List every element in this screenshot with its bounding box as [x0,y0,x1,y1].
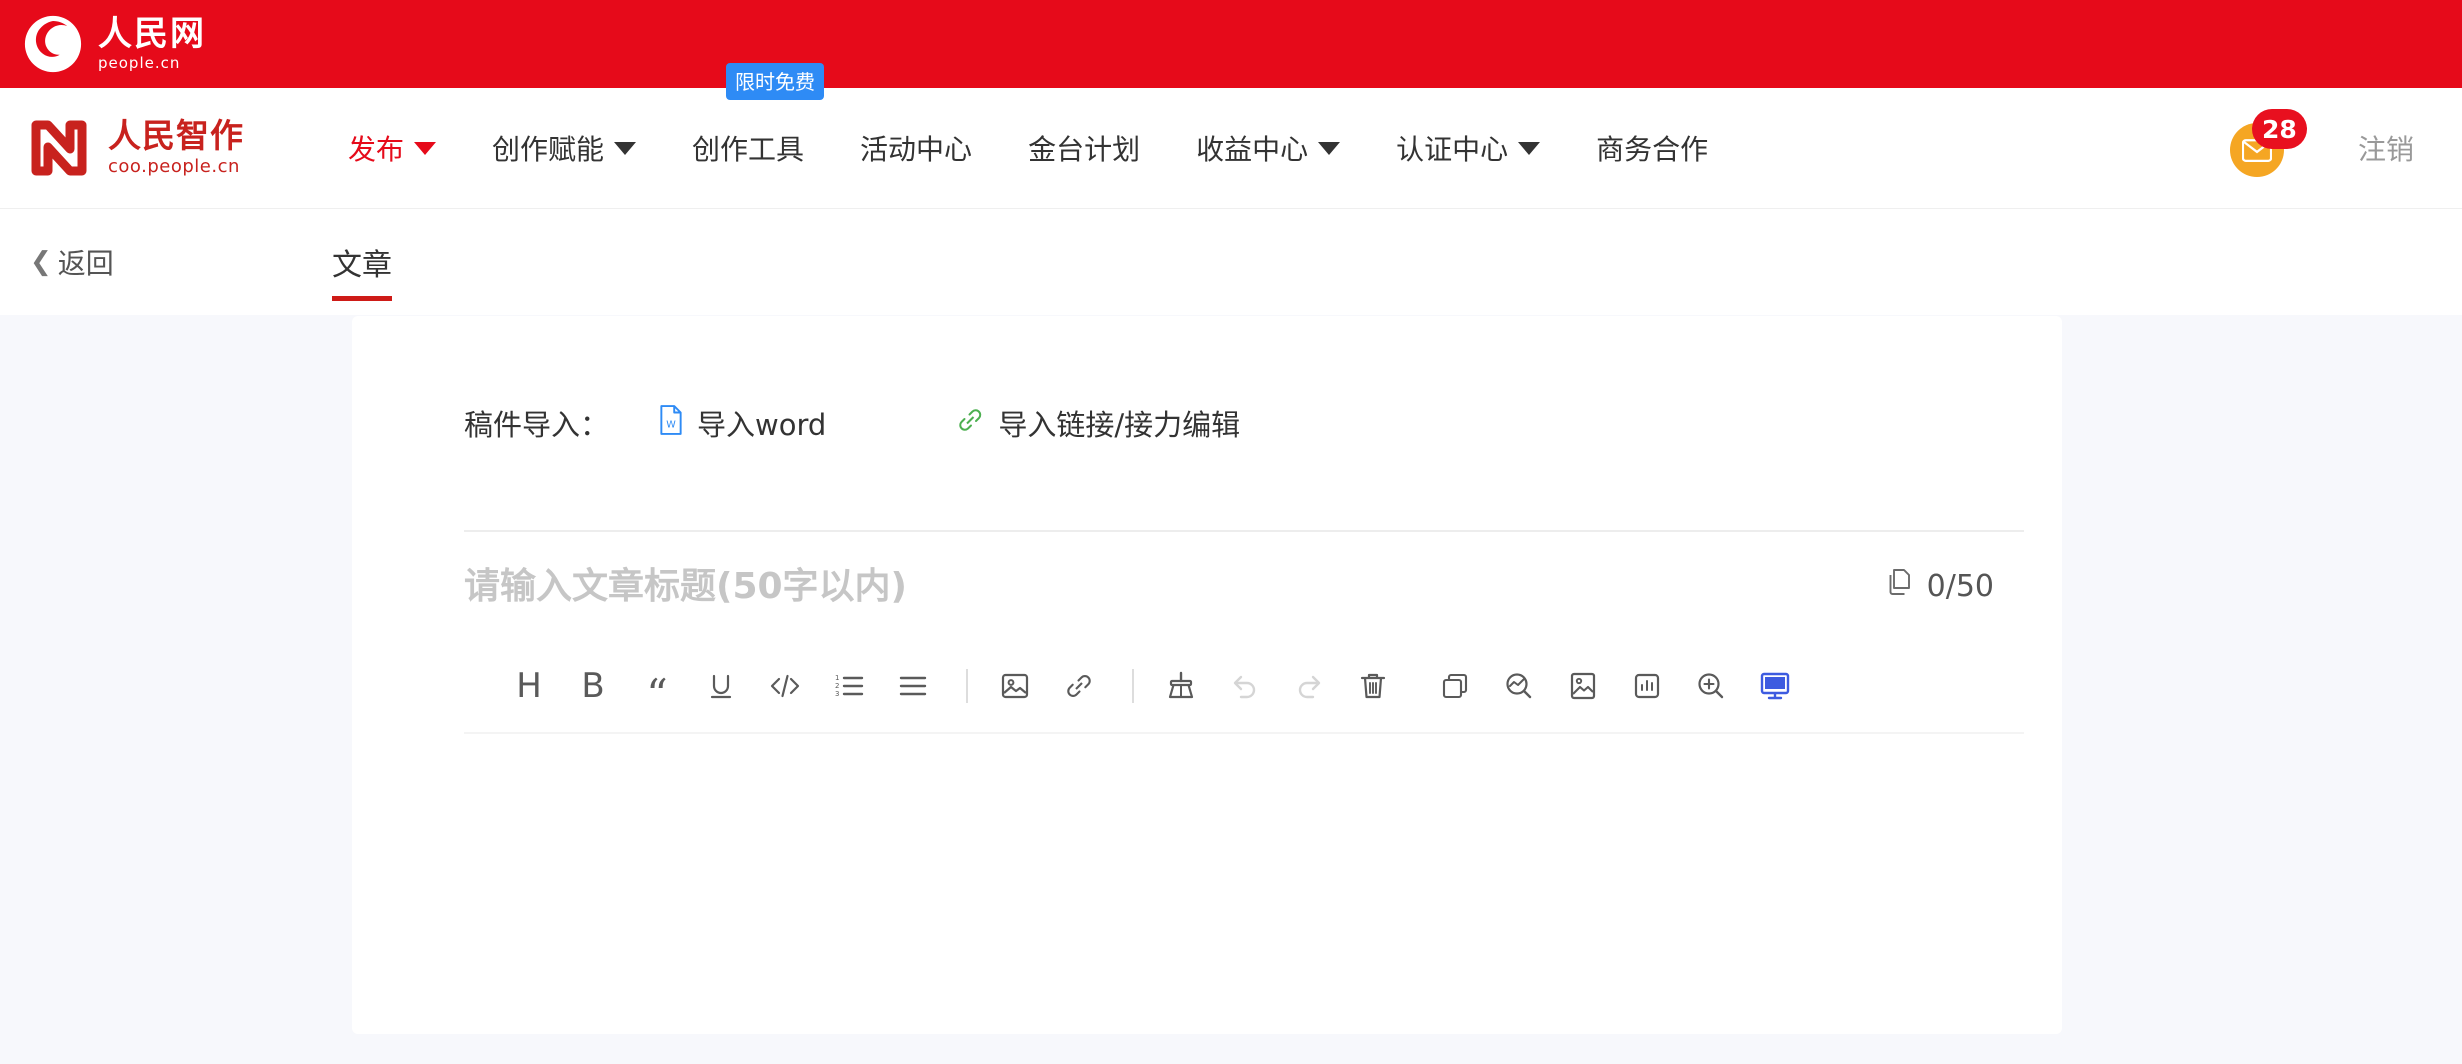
title-counter-text: 0/50 [1926,568,1994,604]
article-title-row: 0/50 [412,532,2002,640]
clear-format-broom-icon[interactable] [1152,657,1210,715]
nav-item-activity-center[interactable]: 活动中心 [832,88,1000,208]
quote-icon[interactable]: “ [628,657,686,716]
people-cn-subtitle: people.cn [98,54,181,72]
coo-title: 人民智作 [108,115,244,155]
manuscript-import-row: 稿件导入： W 导入word 导入链接/接力编辑 [412,316,2002,530]
unordered-list-icon[interactable] [884,657,942,715]
article-body-editor[interactable] [412,734,2002,1034]
underline-icon[interactable] [692,657,750,715]
nav-item-revenue-center[interactable]: 收益中心 [1168,88,1368,208]
import-word-button[interactable]: W 导入word [659,402,826,444]
nav-item-creation-empowerment[interactable]: 创作赋能 [464,88,664,208]
delete-trash-icon[interactable] [1344,657,1402,715]
message-count-badge: 28 [2251,109,2307,149]
people-cn-brand-bar: 人民网 people.cn [0,0,2462,88]
word-document-icon: W [659,404,683,442]
bar-chart-icon[interactable] [1618,657,1676,715]
ordered-list-icon[interactable]: 123 [820,657,878,715]
main-navigation-bar: 人民智作 coo.people.cn 发布 创作赋能 限时免费 创作工具 活动中… [0,63,2462,208]
nav-item-certification-center[interactable]: 认证中心 [1368,88,1568,208]
image-library-icon[interactable] [1554,657,1612,715]
copy-pages-icon[interactable] [1887,568,1913,604]
article-editor-card: 稿件导入： W 导入word 导入链接/接力编辑 请输入文章标题(50字以内) … [352,316,2062,1034]
preview-monitor-icon[interactable] [1746,657,1804,715]
zhizuo-n-mark-icon [30,117,96,179]
coo-domain: coo.people.cn [108,155,240,177]
nav-right-area: 28 注销 [2229,109,2462,177]
toolbar-separator-2 [1132,669,1134,703]
editor-sub-header: ❮ 返回 文章 [0,208,2462,315]
people-cn-globe-icon [22,13,84,75]
nav-item-label: 创作赋能 [492,133,605,166]
nav-item-creation-tools[interactable]: 限时免费 创作工具 [664,63,832,208]
import-link-label: 导入链接/接力编辑 [998,408,1241,442]
svg-text:2: 2 [835,682,839,690]
code-icon[interactable] [756,657,814,715]
title-char-counter: 0/50 [1887,568,1994,604]
nav-items: 发布 创作赋能 限时免费 创作工具 活动中心 金台计划 收益中心 认证中心 商务… [320,63,1736,208]
logout-button[interactable]: 注销 [2358,128,2414,168]
article-title-input[interactable] [464,565,1664,607]
insert-image-icon[interactable] [986,657,1044,715]
limited-time-free-badge: 限时免费 [726,63,825,100]
tab-label: 文章 [332,248,392,283]
svg-text:W: W [666,419,676,430]
import-link-button[interactable]: 导入链接/接力编辑 [956,402,1240,444]
link-chain-icon [956,406,984,441]
nav-item-label: 活动中心 [860,133,973,166]
tab-active-underline [332,296,392,301]
svg-text:3: 3 [835,690,839,698]
nav-item-label: 商务合作 [1596,133,1709,166]
zoom-in-icon[interactable] [1682,657,1740,715]
toolbar-separator-1 [966,669,968,703]
chevron-down-icon [1318,141,1341,155]
chevron-down-icon [414,141,437,155]
bold-icon[interactable]: B [564,657,622,715]
editor-tabs: 文章 [312,209,412,315]
nav-item-label: 发布 [348,133,405,166]
nav-item-business-cooperation[interactable]: 商务合作 [1568,88,1736,208]
nav-item-label: 认证中心 [1396,133,1509,166]
nav-item-label: 金台计划 [1028,133,1141,166]
search-chart-icon[interactable] [1490,657,1548,715]
people-cn-title: 人民网 [98,14,206,54]
people-cn-logo[interactable]: 人民网 people.cn [22,13,206,75]
chevron-down-icon [614,141,637,155]
nav-item-label: 收益中心 [1196,133,1309,166]
nav-item-publish[interactable]: 发布 [320,88,464,208]
copy-icon[interactable] [1426,657,1484,715]
back-button[interactable]: ❮ 返回 [0,242,312,282]
chevron-left-icon: ❮ [30,247,52,277]
page-body: 稿件导入： W 导入word 导入链接/接力编辑 请输入文章标题(50字以内) … [0,316,2462,1064]
tab-article[interactable]: 文章 [312,209,412,315]
redo-icon[interactable] [1280,657,1338,715]
undo-icon[interactable] [1216,657,1274,715]
nav-item-jintai-plan[interactable]: 金台计划 [1000,88,1168,208]
coo-people-cn-logo[interactable]: 人民智作 coo.people.cn [30,117,320,179]
import-word-label: 导入word [697,408,827,442]
messages-button[interactable]: 28 [2229,109,2307,177]
chevron-down-icon [1518,141,1541,155]
rich-text-toolbar: H B “ 1 2 3 [412,640,2002,732]
manuscript-import-label: 稿件导入： [464,408,610,442]
people-cn-wordmark: 人民网 people.cn [98,17,206,71]
nav-item-label: 创作工具 [692,133,805,166]
coo-wordmark: 人民智作 coo.people.cn [108,115,244,177]
back-button-label: 返回 [57,247,114,280]
heading-icon[interactable]: H [500,657,558,715]
insert-link-icon[interactable] [1050,657,1108,715]
svg-text:1: 1 [835,674,839,682]
